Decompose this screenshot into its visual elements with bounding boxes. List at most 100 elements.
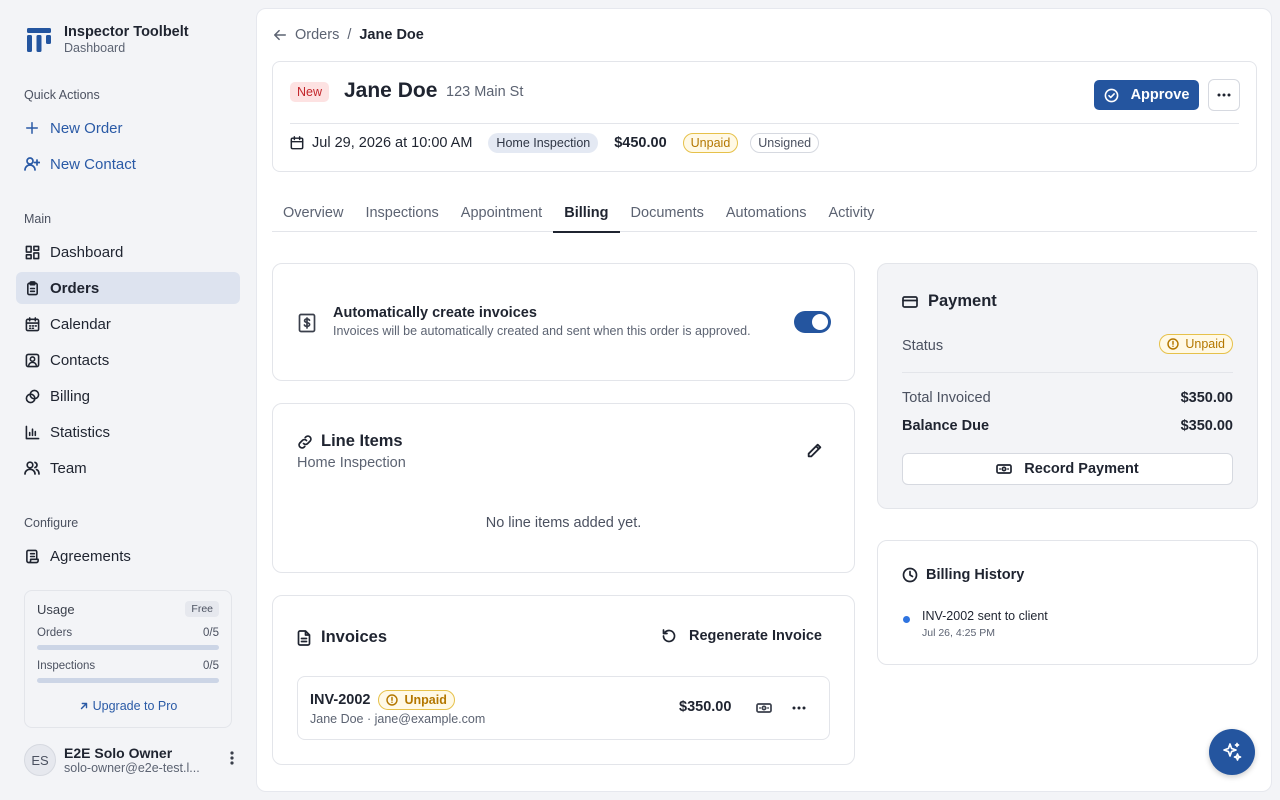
tab-documents[interactable]: Documents xyxy=(620,198,715,232)
bar-chart-icon xyxy=(24,424,40,440)
regenerate-label: Regenerate Invoice xyxy=(689,628,822,644)
brand-title: Inspector Toolbelt xyxy=(64,24,189,40)
banknote-icon xyxy=(996,464,1013,474)
breadcrumb: Orders / Jane Doe xyxy=(273,27,424,43)
section-main: Main xyxy=(24,212,52,226)
section-configure: Configure xyxy=(24,516,79,530)
more-actions-button[interactable] xyxy=(1208,79,1240,111)
user-name: E2E Solo Owner xyxy=(64,745,173,761)
record-payment-button[interactable]: Record Payment xyxy=(902,453,1233,485)
tab-overview[interactable]: Overview xyxy=(272,198,354,232)
auto-invoices-description: Invoices will be automatically created a… xyxy=(333,324,751,338)
usage-bar-inspections xyxy=(37,678,219,683)
total-invoiced-label: Total Invoiced xyxy=(902,390,991,406)
upgrade-label: Upgrade to Pro xyxy=(92,699,178,713)
payment-status-text: Unpaid xyxy=(1185,337,1225,351)
regenerate-invoice-button[interactable]: Regenerate Invoice xyxy=(661,628,822,644)
breadcrumb-parent[interactable]: Orders xyxy=(295,27,339,43)
pencil-icon[interactable] xyxy=(806,442,823,459)
ai-assistant-button[interactable] xyxy=(1209,729,1255,775)
upgrade-link[interactable]: Upgrade to Pro xyxy=(37,699,219,713)
tab-billing[interactable]: Billing xyxy=(553,198,620,233)
arrow-up-right-icon xyxy=(80,702,87,710)
tab-automations[interactable]: Automations xyxy=(715,198,818,232)
usage-panel: Usage Free Orders 0/5 Inspections 0/5 Up… xyxy=(24,590,232,728)
sidebar-item-label: Orders xyxy=(50,279,100,297)
invoices-heading: Invoices xyxy=(297,628,387,647)
order-header: New Jane Doe 123 Main St Approve Jul 29,… xyxy=(272,61,1257,172)
more-horizontal-icon xyxy=(1217,93,1231,97)
sidebar-item-calendar[interactable]: Calendar xyxy=(16,308,240,340)
grid-icon xyxy=(24,244,40,260)
approve-button[interactable]: Approve xyxy=(1094,80,1199,110)
more-horizontal-icon[interactable] xyxy=(792,701,806,715)
tab-appointment[interactable]: Appointment xyxy=(450,198,553,232)
payment-status-badge: Unpaid xyxy=(1159,334,1233,354)
usage-row-inspections: Inspections 0/5 xyxy=(37,660,219,672)
invoice-client: Jane Doe · jane@example.com xyxy=(310,712,486,726)
sidebar-item-team[interactable]: Team xyxy=(16,452,240,484)
plus-icon xyxy=(24,120,40,136)
invoice-status-text: Unpaid xyxy=(404,693,447,707)
usage-value: 0/5 xyxy=(203,627,219,639)
invoices-card: Invoices Regenerate Invoice INV-2002 Unp… xyxy=(272,595,855,765)
invoices-title: Invoices xyxy=(321,628,388,646)
auto-invoices-card: Automatically create invoices Invoices w… xyxy=(272,263,855,381)
sidebar-item-label: Statistics xyxy=(50,423,111,441)
line-items-empty: No line items added yet. xyxy=(485,515,642,531)
arrow-left-icon[interactable] xyxy=(273,28,287,42)
divider xyxy=(902,372,1233,373)
user-profile[interactable]: ES E2E Solo Owner solo-owner@e2e-test.l.… xyxy=(24,740,240,780)
user-email: solo-owner@e2e-test.l... xyxy=(64,761,200,775)
more-vertical-icon[interactable] xyxy=(230,750,234,766)
user-plus-icon xyxy=(24,156,40,172)
tab-activity[interactable]: Activity xyxy=(817,198,885,232)
order-address: 123 Main St xyxy=(446,84,524,100)
payment-heading: Payment xyxy=(902,292,997,311)
breadcrumb-separator: / xyxy=(347,27,352,43)
clock-icon xyxy=(902,567,918,583)
sidebar-item-orders[interactable]: Orders xyxy=(16,272,240,304)
sidebar-item-agreements[interactable]: Agreements xyxy=(16,540,240,572)
refresh-icon xyxy=(662,629,676,643)
plan-badge: Free xyxy=(185,601,219,617)
order-price: $450.00 xyxy=(614,135,667,151)
sidebar-item-contacts[interactable]: Contacts xyxy=(16,344,240,376)
usage-label: Orders xyxy=(37,627,73,639)
line-items-heading: Line Items xyxy=(297,432,403,451)
payment-title: Payment xyxy=(928,292,997,310)
billing-history-title: Billing History xyxy=(926,567,1025,583)
users-icon xyxy=(24,460,40,476)
auto-invoices-toggle[interactable] xyxy=(794,311,831,333)
status-badge: New xyxy=(290,82,330,102)
avatar: ES xyxy=(24,744,56,776)
record-payment-label: Record Payment xyxy=(1024,461,1139,477)
sidebar-item-billing[interactable]: Billing xyxy=(16,380,240,412)
auto-invoices-title: Automatically create invoices xyxy=(333,305,537,321)
tab-inspections[interactable]: Inspections xyxy=(354,198,449,232)
usage-label: Inspections xyxy=(37,660,96,672)
brand-subtitle: Dashboard xyxy=(64,41,126,55)
clipboard-icon xyxy=(24,280,40,296)
invoice-row[interactable]: INV-2002 Unpaid Jane Doe · jane@example.… xyxy=(297,676,830,740)
history-event-text: INV-2002 sent to client xyxy=(922,609,1048,623)
divider xyxy=(290,123,1239,124)
history-event-time: Jul 26, 4:25 PM xyxy=(922,627,995,639)
brand[interactable]: Inspector Toolbelt Dashboard xyxy=(24,24,189,56)
approve-label: Approve xyxy=(1130,87,1190,103)
line-items-card: Line Items Home Inspection No line items… xyxy=(272,403,855,573)
total-invoiced-value: $350.00 xyxy=(1180,390,1233,406)
usage-row-orders: Orders 0/5 xyxy=(37,627,219,639)
banknote-icon[interactable] xyxy=(756,701,772,715)
sidebar-item-statistics[interactable]: Statistics xyxy=(16,416,240,448)
main-content: Orders / Jane Doe New Jane Doe 123 Main … xyxy=(256,8,1272,792)
line-items-subtitle: Home Inspection xyxy=(297,455,406,471)
total-invoiced-row: Total Invoiced $350.00 xyxy=(902,390,1233,406)
sidebar-item-dashboard[interactable]: Dashboard xyxy=(16,236,240,268)
alert-circle-icon xyxy=(1167,338,1180,350)
new-order-button[interactable]: New Order xyxy=(16,112,240,144)
order-meta: Jul 29, 2026 at 10:00 AM Home Inspection… xyxy=(290,133,820,153)
logo-icon xyxy=(27,28,51,52)
invoice-number: INV-2002 xyxy=(310,692,371,708)
new-contact-button[interactable]: New Contact xyxy=(16,148,240,180)
